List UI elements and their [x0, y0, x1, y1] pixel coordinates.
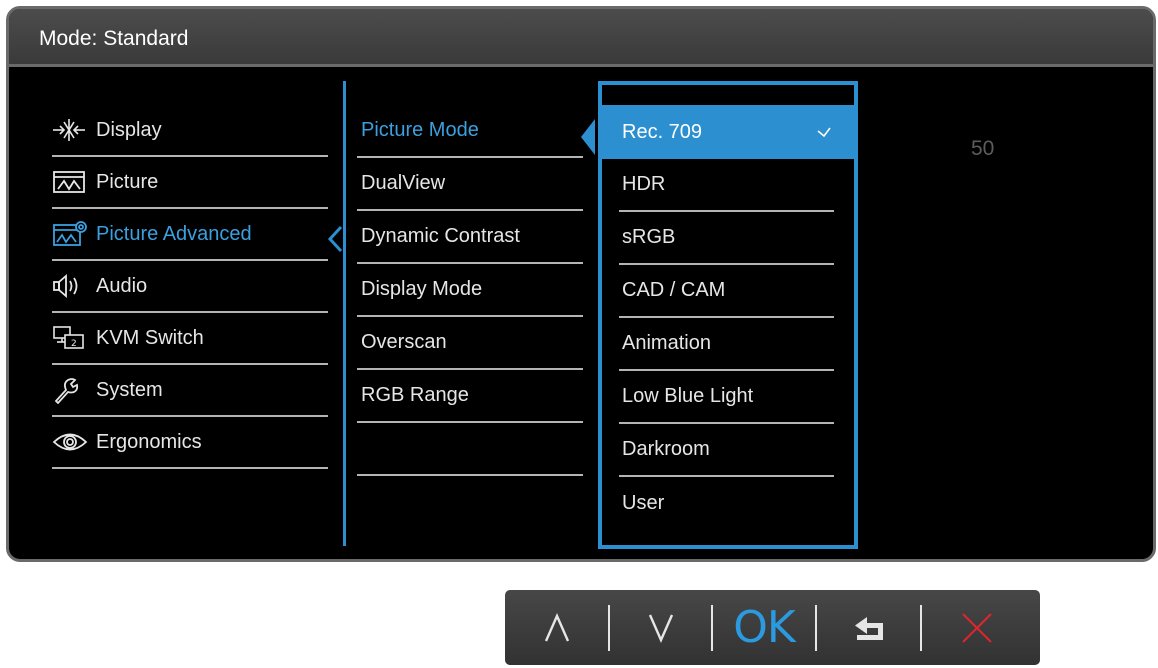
close-button[interactable]	[922, 590, 1032, 665]
option-user[interactable]: User	[619, 477, 834, 530]
eye-icon	[52, 427, 92, 457]
back-icon	[854, 616, 883, 640]
option-animation[interactable]: Animation	[619, 318, 834, 371]
submenu-item-picture-mode[interactable]: Picture Mode	[357, 105, 583, 158]
checkmark-icon	[817, 127, 831, 138]
menu-item-system[interactable]: System	[52, 365, 328, 417]
option-cad-cam[interactable]: CAD / CAM	[619, 265, 834, 318]
option-darkroom[interactable]: Darkroom	[619, 424, 834, 477]
down-arrow-icon	[648, 614, 673, 643]
option-hdr[interactable]: HDR	[619, 159, 834, 212]
menu-label: Audio	[96, 274, 148, 297]
menu-label: Ergonomics	[96, 430, 202, 453]
menu-item-audio[interactable]: Audio	[52, 261, 328, 313]
wrench-icon	[52, 375, 92, 405]
submenu-item-dynamic-contrast[interactable]: Dynamic Contrast	[357, 211, 583, 264]
menu-item-ergonomics[interactable]: Ergonomics	[52, 417, 328, 469]
value-readout: 50	[971, 137, 995, 160]
menu-label: System	[96, 378, 163, 401]
osd-header: Mode: Standard	[9, 9, 1153, 67]
chevron-left-icon	[327, 225, 343, 253]
hotkey-bar: OK	[505, 590, 1040, 665]
up-arrow-icon	[544, 612, 569, 641]
sub-menu: Picture Mode DualView Dynamic Contrast D…	[357, 105, 583, 476]
speaker-icon	[52, 271, 92, 301]
ok-button[interactable]: OK	[713, 590, 815, 665]
mode-title: Mode: Standard	[39, 27, 189, 50]
up-button[interactable]	[505, 590, 608, 665]
svg-text:2: 2	[71, 339, 77, 349]
submenu-item-overscan[interactable]: Overscan	[357, 317, 583, 370]
picture-mode-options: Rec. 709 HDR sRGB CAD / CAM Animation Lo…	[598, 81, 858, 549]
ok-label: OK	[733, 602, 795, 653]
close-icon	[962, 612, 992, 643]
menu-item-display[interactable]: Display	[52, 105, 328, 157]
option-low-blue-light[interactable]: Low Blue Light	[619, 371, 834, 424]
submenu-item-dualview[interactable]: DualView	[357, 158, 583, 211]
submenu-item-display-mode[interactable]: Display Mode	[357, 264, 583, 317]
menu-label: Display	[96, 118, 162, 141]
submenu-item-empty	[357, 423, 583, 476]
menu-label: Picture Advanced	[96, 222, 252, 245]
menu-item-kvm-switch[interactable]: 2 KVM Switch	[52, 313, 328, 365]
column-divider	[343, 81, 346, 546]
picture-advanced-icon	[52, 219, 92, 249]
pointer-arrow-icon	[581, 119, 595, 155]
picture-icon	[52, 167, 92, 197]
kvm-switch-icon: 2	[52, 323, 92, 353]
main-menu: Display Picture Picture Advanced Audio 2…	[52, 105, 328, 469]
osd-window: Mode: Standard Display Picture Picture A…	[6, 6, 1156, 562]
down-button[interactable]	[610, 590, 711, 665]
option-label: Rec. 709	[622, 120, 703, 143]
back-button[interactable]	[817, 590, 920, 665]
menu-label: KVM Switch	[96, 326, 204, 349]
menu-item-picture[interactable]: Picture	[52, 157, 328, 209]
submenu-item-rgb-range[interactable]: RGB Range	[357, 370, 583, 423]
option-srgb[interactable]: sRGB	[619, 212, 834, 265]
display-arrows-icon	[52, 115, 92, 145]
menu-label: Picture	[96, 170, 159, 193]
option-rec709[interactable]: Rec. 709	[602, 105, 854, 159]
menu-item-picture-advanced[interactable]: Picture Advanced	[52, 209, 328, 261]
